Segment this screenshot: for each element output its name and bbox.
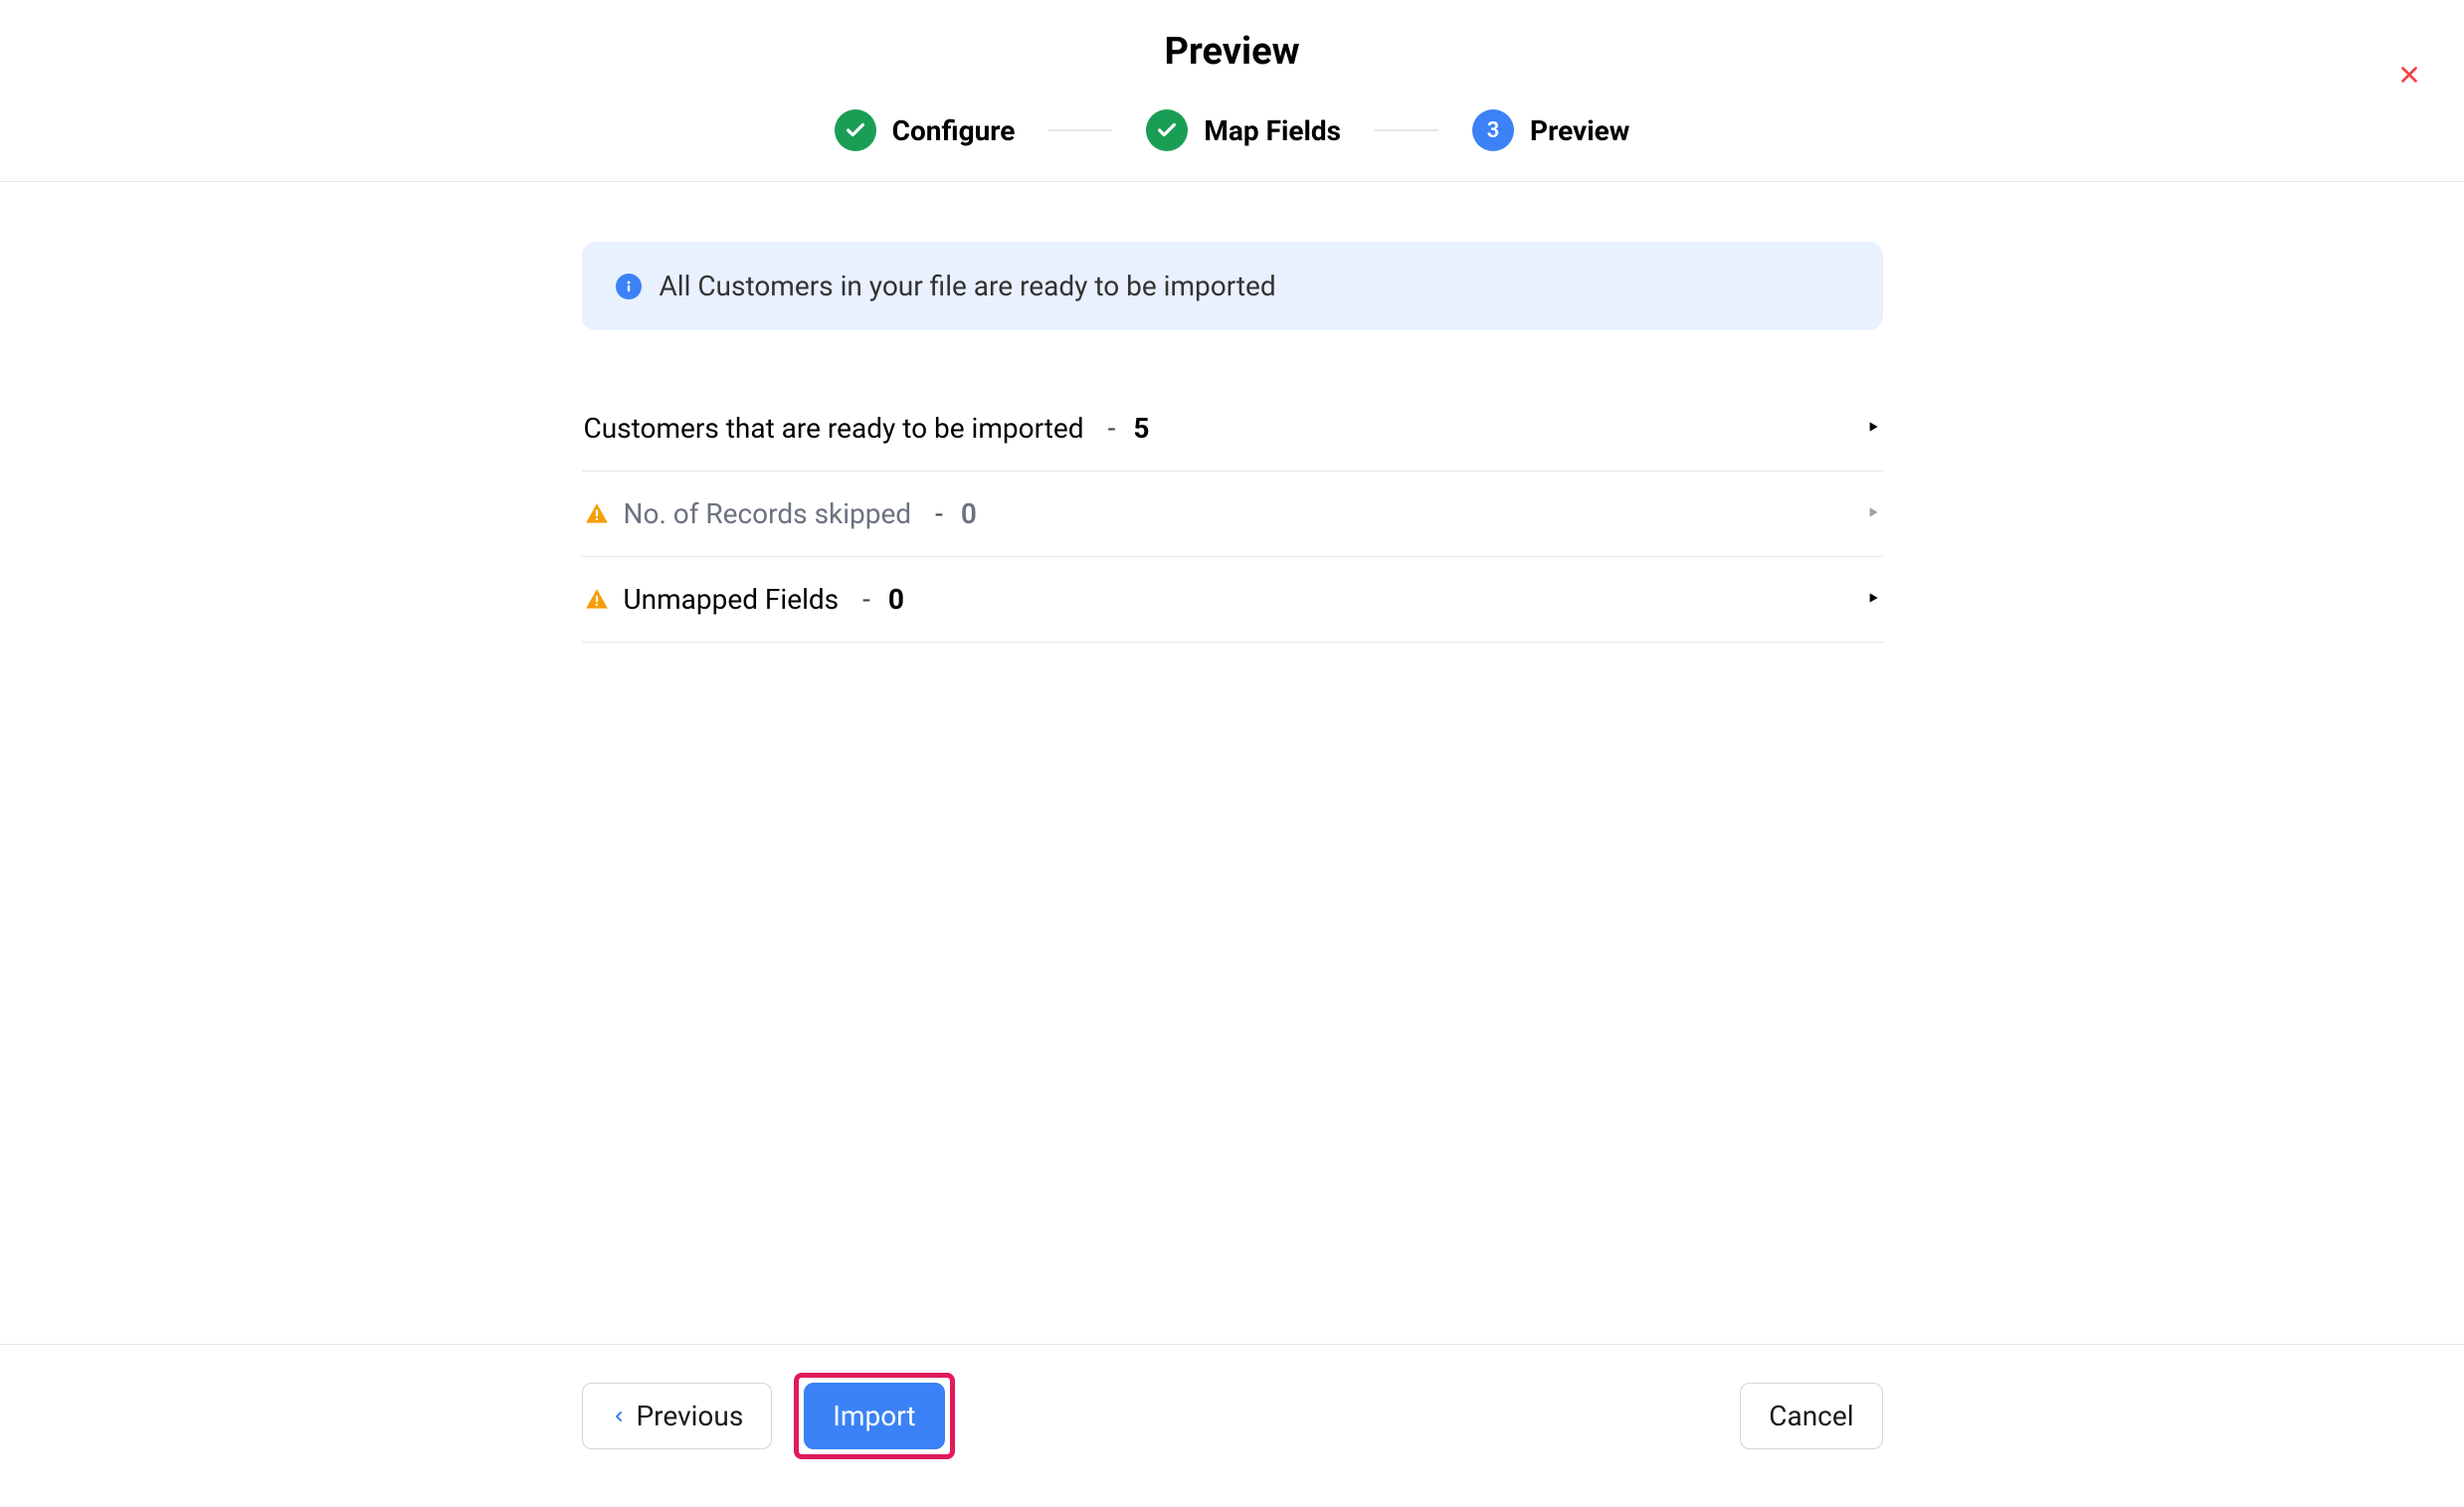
step-map-fields[interactable]: Map Fields [1146,109,1341,151]
row-unmapped-fields[interactable]: Unmapped Fields - 0 [582,557,1883,643]
info-message: All Customers in your file are ready to … [660,270,1276,302]
previous-label: Previous [637,1400,744,1432]
step-label: Configure [892,114,1016,147]
warning-icon [584,587,610,613]
step-number-icon: 3 [1472,109,1514,151]
row-customers-ready[interactable]: Customers that are ready to be imported … [582,386,1883,471]
page-title: Preview [0,30,2464,74]
stepper: Configure Map Fields 3 Preview [0,109,2464,151]
footer: Previous Import Cancel [0,1344,2464,1507]
step-label: Map Fields [1204,114,1341,147]
row-count: 0 [888,583,904,616]
triangle-right-icon [1865,504,1881,524]
row-dash: - [935,497,943,530]
info-icon [616,274,642,299]
checkmark-icon [835,109,876,151]
triangle-right-icon [1865,419,1881,439]
step-configure[interactable]: Configure [835,109,1016,151]
info-banner: All Customers in your file are ready to … [582,242,1883,330]
checkmark-icon [1146,109,1188,151]
step-connector [1375,129,1438,131]
row-dash: - [862,583,870,616]
row-label: No. of Records skipped [624,497,912,530]
row-records-skipped[interactable]: No. of Records skipped - 0 [582,471,1883,557]
row-label: Unmapped Fields [624,583,840,616]
content: All Customers in your file are ready to … [582,182,1883,643]
step-preview[interactable]: 3 Preview [1472,109,1629,151]
warning-icon [584,501,610,527]
row-count: 0 [961,497,977,530]
close-icon [2396,62,2422,88]
row-label: Customers that are ready to be imported [584,412,1084,445]
row-dash: - [1108,412,1116,445]
step-label: Preview [1530,114,1629,147]
triangle-right-icon [1865,590,1881,610]
highlight-box: Import [794,1373,954,1459]
chevron-left-icon [611,1409,627,1424]
cancel-button[interactable]: Cancel [1740,1383,1882,1449]
close-button[interactable] [2390,56,2428,97]
previous-button[interactable]: Previous [582,1383,773,1449]
import-button[interactable]: Import [804,1383,944,1449]
row-count: 5 [1133,412,1149,445]
step-connector [1048,129,1112,131]
header: Preview Configure Map Fields 3 Preview [0,0,2464,182]
